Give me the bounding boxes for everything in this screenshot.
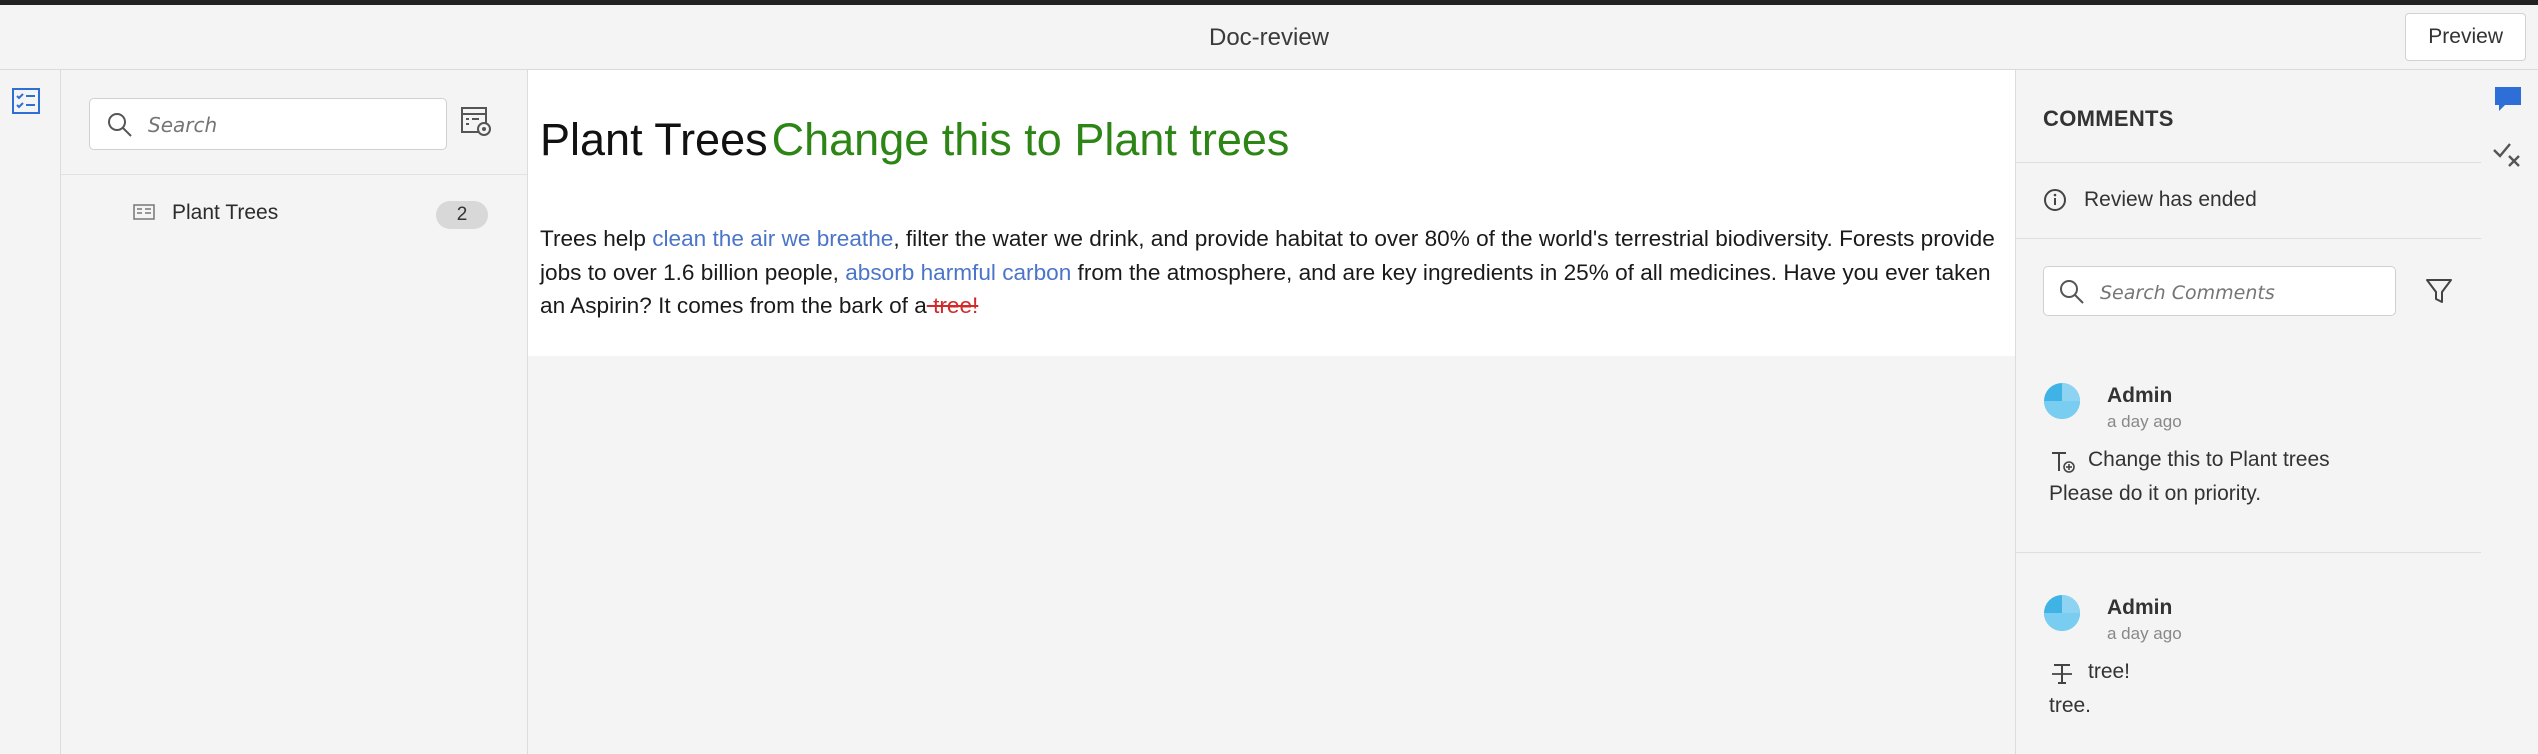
comment-time: a day ago: [2107, 624, 2182, 643]
document-paragraph: Trees help clean the air we breathe, fil…: [540, 222, 2010, 323]
outline-divider: [61, 174, 527, 175]
comment-time: a day ago: [2107, 412, 2182, 431]
filter-icon[interactable]: [2424, 276, 2454, 306]
title-original-text: Plant Trees: [540, 114, 768, 165]
comments-title: COMMENTS: [2043, 106, 2174, 131]
app-header: Doc-review Preview: [0, 5, 2538, 70]
comments-search-box: [2043, 266, 2396, 316]
outline-item-label: Plant Trees: [172, 201, 279, 224]
outline-search-box: [89, 98, 447, 150]
insert-text-icon: [2052, 452, 2075, 473]
document-title: Plant TreesChange this to Plant trees: [540, 110, 1289, 170]
left-rail: [0, 70, 61, 754]
avatar: [2044, 383, 2080, 419]
paragraph-icon: [133, 204, 155, 220]
outline-view-icon[interactable]: [459, 104, 493, 138]
comments-divider: [2016, 552, 2481, 553]
avatar: [2044, 595, 2080, 631]
strikethrough-text-icon: [2052, 664, 2072, 684]
comment-author: Admin: [2107, 384, 2173, 407]
app-title: Doc-review: [1208, 24, 1330, 51]
paragraph-text-1: Trees help: [540, 226, 653, 251]
document-page: Plant TreesChange this to Plant trees Tr…: [528, 70, 2015, 356]
preview-button[interactable]: Preview: [2405, 13, 2526, 61]
info-icon: [2044, 189, 2066, 211]
outline-search-input[interactable]: [146, 107, 440, 143]
comment-icon[interactable]: [2491, 82, 2525, 116]
comment-reference-text: tree!: [2088, 660, 2131, 683]
review-status-text: Review has ended: [2084, 188, 2257, 211]
accept-reject-icon[interactable]: [2491, 138, 2525, 172]
title-insertion-text[interactable]: Change this to Plant trees: [772, 114, 1290, 165]
paragraph-link-clean-air[interactable]: clean the air we breathe: [652, 226, 893, 251]
right-rail: [2481, 70, 2538, 754]
checklist-icon[interactable]: [9, 84, 43, 118]
comment-note: tree.: [2049, 694, 2092, 717]
comments-search-input[interactable]: [2098, 275, 2392, 311]
comment-count-badge: 2: [436, 201, 488, 229]
paragraph-link-absorb-carbon[interactable]: absorb harmful carbon: [845, 260, 1071, 285]
comment-note: Please do it on priority.: [2049, 482, 2262, 505]
search-icon: [108, 113, 132, 137]
outline-panel: Plant Trees 2: [61, 70, 528, 754]
comment-reference-text: Change this to Plant trees: [2088, 448, 2330, 471]
deleted-text[interactable]: tree!: [927, 293, 978, 318]
comments-divider: [2016, 238, 2481, 239]
comment-author: Admin: [2107, 596, 2173, 619]
outline-item-plant-trees[interactable]: Plant Trees 2: [61, 188, 527, 238]
document-area: Plant TreesChange this to Plant trees Tr…: [528, 70, 2015, 754]
comments-panel: COMMENTS Review has ended Admin a day ag…: [2015, 70, 2481, 754]
comments-divider: [2016, 162, 2481, 163]
search-icon: [2060, 280, 2084, 304]
